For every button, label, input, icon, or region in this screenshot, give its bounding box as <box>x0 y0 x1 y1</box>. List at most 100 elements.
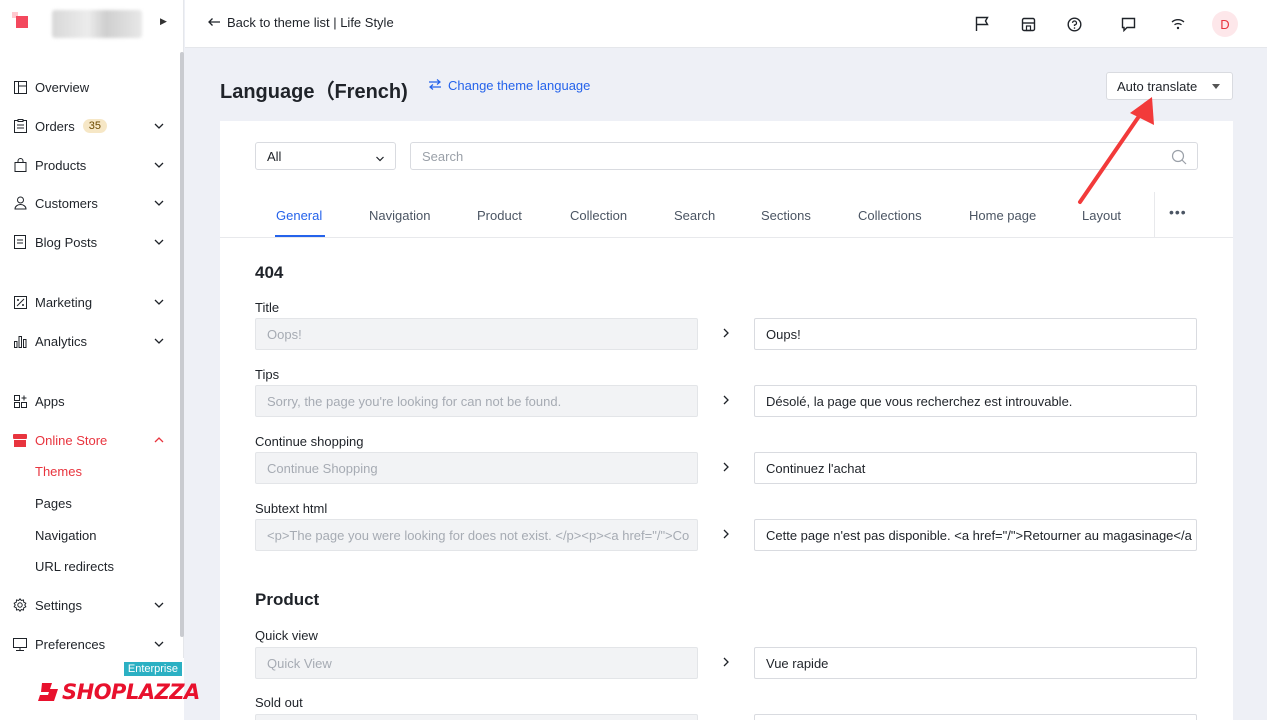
layout-icon <box>13 80 27 94</box>
auto-translate-dropdown[interactable]: Auto translate <box>1106 72 1233 100</box>
filter-select[interactable]: All <box>255 142 396 170</box>
field-label: Sold out <box>255 695 303 710</box>
source-text-field: Quick View <box>255 647 698 679</box>
source-text-field: <p>The page you were looking for does no… <box>255 519 698 551</box>
tab-product[interactable]: Product <box>477 208 522 223</box>
sidebar-item-online-store[interactable]: Online Store <box>0 427 178 453</box>
sidebar-subitem-themes[interactable]: Themes <box>35 464 82 479</box>
sidebar-item-apps[interactable]: Apps <box>0 388 178 414</box>
tab-layout[interactable]: Layout <box>1082 208 1121 223</box>
translation-input[interactable]: Vue rapide <box>754 647 1197 679</box>
sidebar-subitem-navigation[interactable]: Navigation <box>35 528 96 543</box>
chevron-down-icon <box>154 196 164 211</box>
tab-bar: General Navigation Product Collection Se… <box>220 192 1233 238</box>
chevron-down-icon <box>154 235 164 250</box>
storefront-icon[interactable] <box>1018 14 1038 34</box>
sidebar-item-label: Settings <box>35 597 82 613</box>
chevron-down-icon <box>154 295 164 310</box>
brand-logo-text: SHOPLAZZA <box>62 680 200 704</box>
change-theme-language-link[interactable]: Change theme language <box>428 78 590 93</box>
sidebar-item-label: Apps <box>35 393 65 409</box>
sidebar-item-settings[interactable]: Settings <box>0 592 178 618</box>
discount-icon <box>13 295 27 309</box>
store-switcher[interactable]: ▶ <box>0 0 184 48</box>
back-link-label: Back to theme list | Life Style <box>227 15 394 30</box>
sidebar-item-overview[interactable]: Overview <box>0 74 178 100</box>
search-icon <box>1171 149 1187 168</box>
user-icon <box>13 196 27 210</box>
caret-down-icon <box>1212 84 1220 89</box>
wifi-icon[interactable] <box>1168 14 1188 34</box>
tab-general[interactable]: General <box>276 208 322 223</box>
chevron-down-icon <box>154 334 164 349</box>
tab-collection[interactable]: Collection <box>570 208 627 223</box>
tab-collections[interactable]: Collections <box>858 208 922 223</box>
sidebar-item-label: Products <box>35 157 87 173</box>
source-text-field: Sorry, the page you're looking for can n… <box>255 385 698 417</box>
chevron-down-icon <box>154 637 164 652</box>
sidebar-scrollbar[interactable] <box>180 52 184 637</box>
field-label: Tips <box>255 367 280 382</box>
chevron-right-icon <box>722 460 730 476</box>
translation-card: All Search General Navigation Product Co… <box>220 121 1233 720</box>
search-input[interactable]: Search <box>410 142 1198 170</box>
tab-search[interactable]: Search <box>674 208 715 223</box>
translation-input[interactable]: Cette page n'est pas disponible. <a href… <box>754 519 1197 551</box>
help-icon[interactable] <box>1064 14 1084 34</box>
gear-icon <box>13 598 27 612</box>
bar-chart-icon <box>13 334 27 348</box>
chevron-down-icon <box>154 119 164 134</box>
sidebar-subitem-url-redirects[interactable]: URL redirects <box>35 559 114 574</box>
chevron-right-icon <box>722 326 730 342</box>
field-label: Quick view <box>255 628 318 643</box>
filter-select-value: All <box>267 148 282 164</box>
store-name-blurred <box>52 10 142 38</box>
translation-input[interactable] <box>754 714 1197 720</box>
bag-icon <box>13 158 27 172</box>
arrow-left-icon <box>207 15 221 30</box>
chevron-down-icon <box>154 158 164 173</box>
translation-input[interactable]: Désolé, la page que vous recherchez est … <box>754 385 1197 417</box>
source-text-field: Continue Shopping <box>255 452 698 484</box>
field-label: Subtext html <box>255 501 328 516</box>
chevron-right-icon <box>722 527 730 543</box>
brand-area: Enterprise SHOPLAZZA <box>0 658 200 720</box>
back-to-theme-list-link[interactable]: Back to theme list | Life Style <box>207 15 394 30</box>
tab-home-page[interactable]: Home page <box>969 208 1036 223</box>
top-bar: Back to theme list | Life Style D <box>185 0 1267 48</box>
sidebar-item-products[interactable]: Products <box>0 152 178 178</box>
flag-icon[interactable] <box>972 14 992 34</box>
sidebar-item-customers[interactable]: Customers <box>0 190 178 216</box>
tab-sections[interactable]: Sections <box>761 208 811 223</box>
field-label: Continue shopping <box>255 434 364 449</box>
sidebar-item-label: Blog Posts <box>35 234 98 250</box>
section-heading: Product <box>255 590 320 609</box>
chevron-up-icon <box>154 433 164 448</box>
more-tabs-icon[interactable]: ••• <box>1169 204 1187 220</box>
monitor-icon <box>13 637 27 651</box>
sidebar-item-label: Orders <box>35 118 75 134</box>
translation-input[interactable]: Oups! <box>754 318 1197 350</box>
sidebar: ▶ Overview Orders 35 Products Customers … <box>0 0 200 720</box>
document-icon <box>13 235 27 249</box>
sidebar-item-blog-posts[interactable]: Blog Posts <box>0 229 178 255</box>
chevron-right-icon <box>722 655 730 671</box>
sidebar-item-label: Overview <box>35 79 90 95</box>
change-theme-language-label: Change theme language <box>448 78 591 93</box>
tab-navigation[interactable]: Navigation <box>369 208 430 223</box>
sidebar-item-preferences[interactable]: Preferences <box>0 631 178 657</box>
store-icon <box>13 433 27 447</box>
field-label: Title <box>255 300 280 315</box>
sidebar-item-analytics[interactable]: Analytics <box>0 328 178 354</box>
message-icon[interactable] <box>1118 14 1138 34</box>
sidebar-item-marketing[interactable]: Marketing <box>0 289 178 315</box>
avatar[interactable]: D <box>1212 11 1238 37</box>
sidebar-item-orders[interactable]: Orders 35 <box>0 113 178 139</box>
chevron-down-icon <box>154 598 164 613</box>
source-text-field: Oops! <box>255 318 698 350</box>
sidebar-subitem-pages[interactable]: Pages <box>35 496 72 511</box>
swap-arrows-icon <box>428 78 442 93</box>
auto-translate-label: Auto translate <box>1117 78 1198 94</box>
sidebar-item-label: Online Store <box>35 432 108 448</box>
translation-input[interactable]: Continuez l'achat <box>754 452 1197 484</box>
